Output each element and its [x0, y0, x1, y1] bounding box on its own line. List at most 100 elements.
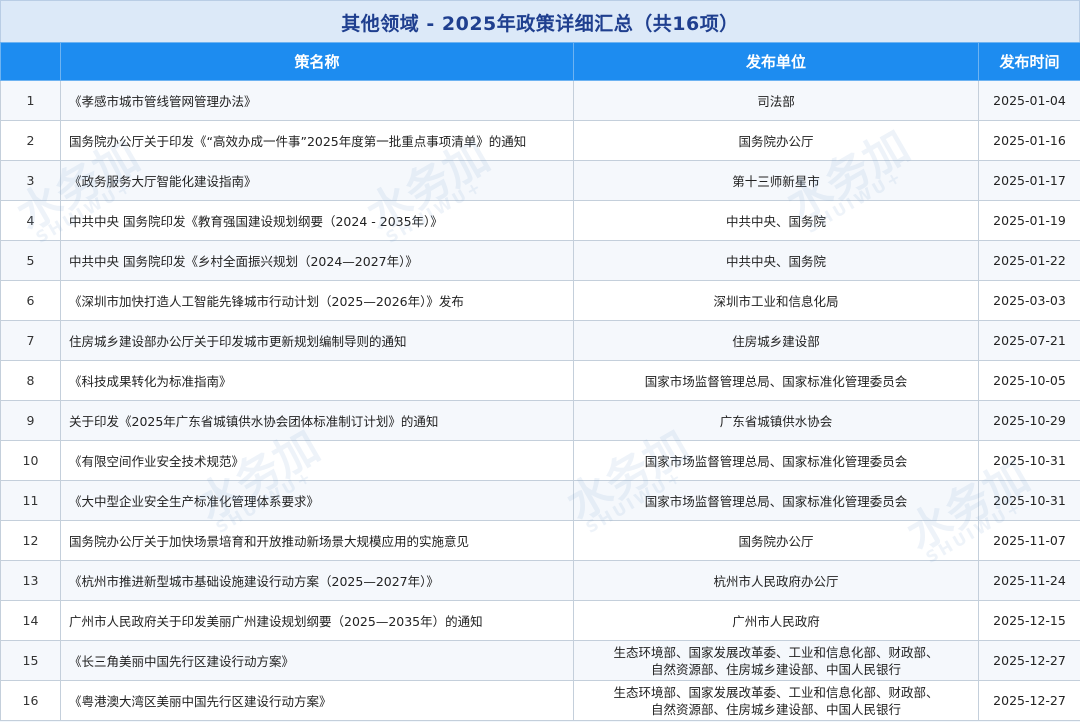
policy-table: 策名称 发布单位 发布时间 1 《孝感市城市管线管网管理办法》 司法部 2025-01…	[0, 42, 1080, 721]
row-number: 8	[0, 360, 61, 401]
issuer-line: 司法部	[757, 94, 795, 109]
issuer-line: 国家市场监督管理总局、国家标准化管理委员会	[644, 374, 908, 389]
publish-date-cell: 2025-10-29	[978, 400, 1080, 441]
table-row: 12 国务院办公厅关于加快场景培育和开放推动新场景大规模应用的实施意见 国务院办公厅…	[0, 520, 1080, 561]
issuer-line: 生态环境部、国家发展改革委、工业和信息化部、财政部、	[613, 684, 939, 700]
table-row: 7 住房城乡建设部办公厅关于印发城市更新规划编制导则的通知 住房城乡建设部 2025-…	[0, 320, 1080, 361]
policy-summary-page: 其他领域 - 2025年政策详细汇总（共16项） 策名称 发布单位 发布时间 1…	[0, 0, 1080, 722]
issuer-cell: 国务院办公厅	[573, 520, 979, 561]
issuer-line: 国务院办公厅	[738, 534, 814, 549]
policy-name-cell: 中共中央 国务院印发《乡村全面振兴规划（2024—2027年）》	[60, 240, 574, 281]
row-number: 16	[0, 680, 61, 721]
table-row: 2 国务院办公厅关于印发《“高效办成一件事”2025年度第一批重点事项清单》的通知…	[0, 120, 1080, 161]
policy-name-cell: 《大中型企业安全生产标准化管理体系要求》	[60, 480, 574, 521]
issuer-cell: 深圳市工业和信息化局	[573, 280, 979, 321]
table-row: 1 《孝感市城市管线管网管理办法》 司法部 2025-01-04	[0, 80, 1080, 121]
issuer-line: 深圳市工业和信息化局	[713, 294, 839, 309]
policy-name-cell: 国务院办公厅关于加快场景培育和开放推动新场景大规模应用的实施意见	[60, 520, 574, 561]
table-row: 8 《科技成果转化为标准指南》 国家市场监督管理总局、国家标准化管理委员会 2025-…	[0, 360, 1080, 401]
policy-name-cell: 《杭州市推进新型城市基础设施建设行动方案（2025—2027年）》	[60, 560, 574, 601]
publish-date-cell: 2025-01-19	[978, 200, 1080, 241]
table-row: 3 《政务服务大厅智能化建设指南》 第十三师新星市 2025-01-17	[0, 160, 1080, 201]
issuer-cell: 广东省城镇供水协会	[573, 400, 979, 441]
issuer-line: 第十三师新星市	[732, 174, 820, 189]
table-row: 15 《长三角美丽中国先行区建设行动方案》 生态环境部、国家发展改革委、工业和信息化…	[0, 640, 1080, 681]
policy-name-cell: 《长三角美丽中国先行区建设行动方案》	[60, 640, 574, 681]
policy-name-cell: 《有限空间作业安全技术规范》	[60, 440, 574, 481]
table-row: 16 《粤港澳大湾区美丽中国先行区建设行动方案》 生态环境部、国家发展改革委、工业和…	[0, 680, 1080, 721]
publish-date-cell: 2025-10-31	[978, 440, 1080, 481]
publish-date-cell: 2025-12-27	[978, 680, 1080, 721]
column-header-date: 发布时间	[978, 42, 1080, 81]
row-number: 5	[0, 240, 61, 281]
publish-date-cell: 2025-10-31	[978, 480, 1080, 521]
row-number: 6	[0, 280, 61, 321]
issuer-cell: 国家市场监督管理总局、国家标准化管理委员会	[573, 480, 979, 521]
column-header-no	[0, 42, 61, 81]
policy-name-cell: 住房城乡建设部办公厅关于印发城市更新规划编制导则的通知	[60, 320, 574, 361]
row-number: 4	[0, 200, 61, 241]
row-number: 2	[0, 120, 61, 161]
policy-name-cell: 《孝感市城市管线管网管理办法》	[60, 80, 574, 121]
policy-name-cell: 《粤港澳大湾区美丽中国先行区建设行动方案》	[60, 680, 574, 721]
publish-date-cell: 2025-03-03	[978, 280, 1080, 321]
issuer-cell: 第十三师新星市	[573, 160, 979, 201]
publish-date-cell: 2025-11-24	[978, 560, 1080, 601]
table-row: 11 《大中型企业安全生产标准化管理体系要求》 国家市场监督管理总局、国家标准化管理…	[0, 480, 1080, 521]
publish-date-cell: 2025-12-15	[978, 600, 1080, 641]
publish-date-cell: 2025-01-16	[978, 120, 1080, 161]
policy-name-cell: 中共中央 国务院印发《教育强国建设规划纲要（2024 - 2035年）》	[60, 200, 574, 241]
table-row: 10 《有限空间作业安全技术规范》 国家市场监督管理总局、国家标准化管理委员会 202…	[0, 440, 1080, 481]
policy-name-cell: 《政务服务大厅智能化建设指南》	[60, 160, 574, 201]
issuer-line: 国家市场监督管理总局、国家标准化管理委员会	[644, 454, 908, 469]
row-number: 10	[0, 440, 61, 481]
publish-date-cell: 2025-12-27	[978, 640, 1080, 681]
title-bar: 其他领域 - 2025年政策详细汇总（共16项）	[0, 0, 1080, 44]
column-header-name: 策名称	[60, 42, 574, 81]
page-title: 其他领域 - 2025年政策详细汇总（共16项）	[341, 12, 739, 35]
policy-name-cell: 广州市人民政府关于印发美丽广州建设规划纲要（2025—2035年）的通知	[60, 600, 574, 641]
row-number: 7	[0, 320, 61, 361]
row-number: 11	[0, 480, 61, 521]
row-number: 3	[0, 160, 61, 201]
issuer-cell: 中共中央、国务院	[573, 240, 979, 281]
issuer-line: 杭州市人民政府办公厅	[713, 574, 839, 589]
issuer-cell: 广州市人民政府	[573, 600, 979, 641]
issuer-cell: 生态环境部、国家发展改革委、工业和信息化部、财政部、 自然资源部、住房城乡建设部、…	[573, 680, 979, 721]
issuer-cell: 杭州市人民政府办公厅	[573, 560, 979, 601]
table-row: 5 中共中央 国务院印发《乡村全面振兴规划（2024—2027年）》 中共中央、国务…	[0, 240, 1080, 281]
table-row: 14 广州市人民政府关于印发美丽广州建设规划纲要（2025—2035年）的通知 广州…	[0, 600, 1080, 641]
issuer-cell: 生态环境部、国家发展改革委、工业和信息化部、财政部、 自然资源部、住房城乡建设部、…	[573, 640, 979, 681]
issuer-line: 广州市人民政府	[732, 614, 820, 629]
issuer-line: 住房城乡建设部	[732, 334, 820, 349]
issuer-cell: 司法部	[573, 80, 979, 121]
table-row: 9 关于印发《2025年广东省城镇供水协会团体标准制订计划》的通知 广东省城镇供水协…	[0, 400, 1080, 441]
row-number: 13	[0, 560, 61, 601]
policy-name-cell: 国务院办公厅关于印发《“高效办成一件事”2025年度第一批重点事项清单》的通知	[60, 120, 574, 161]
publish-date-cell: 2025-01-04	[978, 80, 1080, 121]
publish-date-cell: 2025-07-21	[978, 320, 1080, 361]
issuer-line: 国务院办公厅	[738, 134, 814, 149]
issuer-line: 广东省城镇供水协会	[719, 414, 833, 429]
table-row: 13 《杭州市推进新型城市基础设施建设行动方案（2025—2027年）》 杭州市人民…	[0, 560, 1080, 601]
issuer-cell: 住房城乡建设部	[573, 320, 979, 361]
policy-name-cell: 《科技成果转化为标准指南》	[60, 360, 574, 401]
issuer-line: 中共中央、国务院	[725, 214, 826, 229]
table-row: 4 中共中央 国务院印发《教育强国建设规划纲要（2024 - 2035年）》 中共中…	[0, 200, 1080, 241]
publish-date-cell: 2025-10-05	[978, 360, 1080, 401]
table-body: 1 《孝感市城市管线管网管理办法》 司法部 2025-01-04 2 国务院办公厅关于印发…	[0, 80, 1080, 721]
issuer-line: 生态环境部、国家发展改革委、工业和信息化部、财政部、	[613, 644, 939, 660]
table-header-row: 策名称 发布单位 发布时间	[0, 42, 1080, 81]
row-number: 9	[0, 400, 61, 441]
policy-name-cell: 关于印发《2025年广东省城镇供水协会团体标准制订计划》的通知	[60, 400, 574, 441]
column-header-org: 发布单位	[573, 42, 979, 81]
policy-name-cell: 《深圳市加快打造人工智能先锋城市行动计划（2025—2026年）》发布	[60, 280, 574, 321]
issuer-cell: 国务院办公厅	[573, 120, 979, 161]
issuer-line: 中共中央、国务院	[725, 254, 826, 269]
issuer-line: 国家市场监督管理总局、国家标准化管理委员会	[644, 494, 908, 509]
issuer-cell: 中共中央、国务院	[573, 200, 979, 241]
row-number: 15	[0, 640, 61, 681]
table-row: 6 《深圳市加快打造人工智能先锋城市行动计划（2025—2026年）》发布 深圳市工…	[0, 280, 1080, 321]
publish-date-cell: 2025-01-22	[978, 240, 1080, 281]
issuer-line: 自然资源部、住房城乡建设部、中国人民银行	[650, 661, 901, 677]
